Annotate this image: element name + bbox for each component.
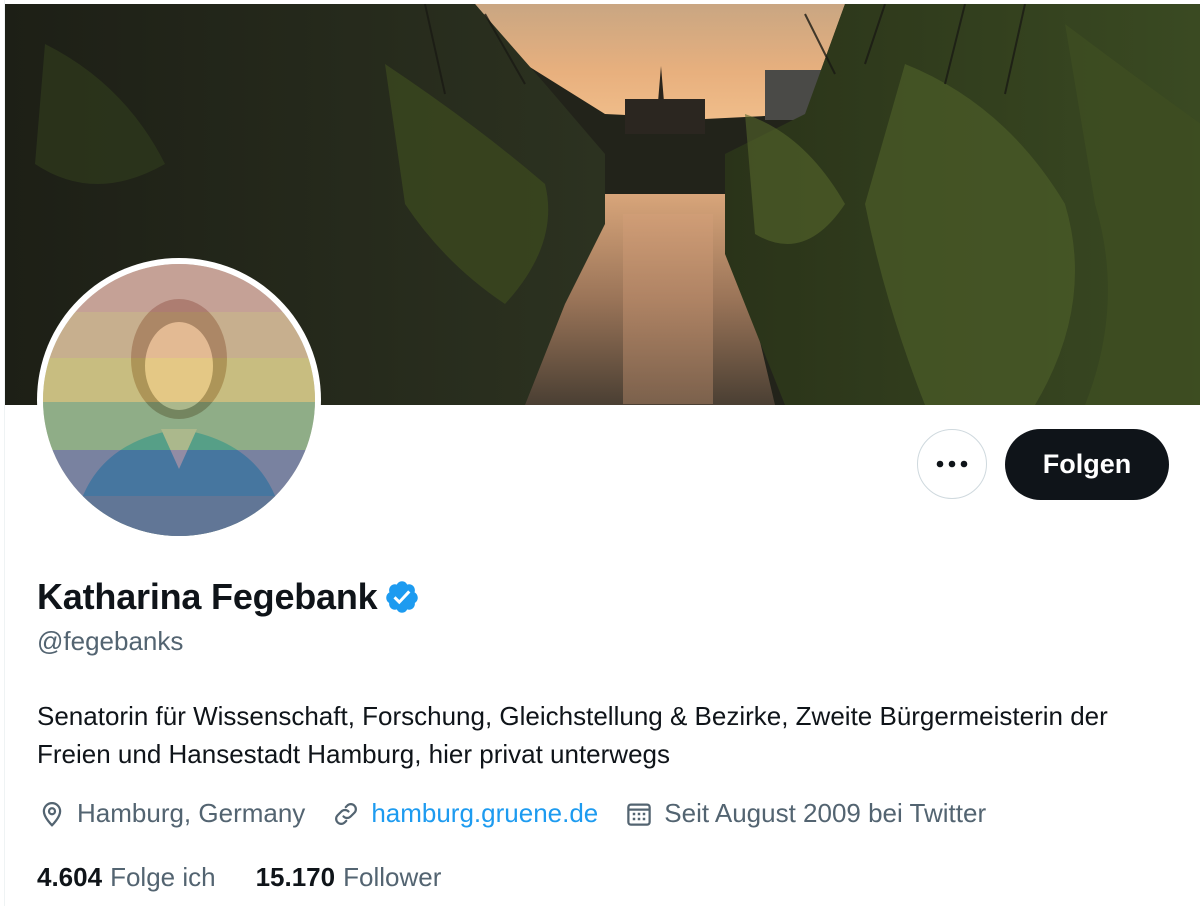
link-icon bbox=[331, 799, 361, 829]
joined-item: Seit August 2009 bei Twitter bbox=[624, 798, 986, 829]
follow-button-label: Folgen bbox=[1042, 449, 1132, 479]
profile-avatar[interactable] bbox=[37, 258, 321, 542]
following-label: Folge ich bbox=[110, 862, 216, 892]
followers-label: Follower bbox=[343, 862, 442, 892]
website-link[interactable]: hamburg.gruene.de bbox=[371, 798, 598, 829]
location-pin-icon bbox=[37, 799, 67, 829]
profile-bio: Senatorin für Wissenschaft, Forschung, G… bbox=[37, 701, 1108, 769]
follow-button[interactable]: Folgen bbox=[1005, 429, 1169, 500]
calendar-icon bbox=[624, 799, 654, 829]
avatar-image bbox=[43, 264, 315, 536]
profile-stats: 4.604 Folge ich 15.170 Follower bbox=[37, 862, 481, 893]
location-text: Hamburg, Germany bbox=[77, 798, 306, 828]
profile-meta: Hamburg, Germany hamburg.gruene.de Seit … bbox=[37, 798, 1012, 829]
display-name-row: Katharina Fegebank bbox=[37, 576, 420, 618]
profile-page: Folgen Katharina Fegebank @fegebanks Sen… bbox=[4, 0, 1200, 906]
more-horizontal-icon bbox=[936, 460, 968, 468]
following-stat[interactable]: 4.604 Folge ich bbox=[37, 862, 216, 893]
more-options-button[interactable] bbox=[917, 429, 987, 499]
joined-text: Seit August 2009 bei Twitter bbox=[664, 798, 987, 828]
following-count: 4.604 bbox=[37, 862, 103, 892]
website-item[interactable]: hamburg.gruene.de bbox=[331, 798, 598, 829]
display-name: Katharina Fegebank bbox=[37, 576, 378, 617]
verified-badge-icon[interactable] bbox=[384, 579, 420, 615]
followers-count: 15.170 bbox=[255, 862, 336, 892]
location-item: Hamburg, Germany bbox=[37, 798, 305, 829]
followers-stat[interactable]: 15.170 Follower bbox=[256, 862, 442, 893]
profile-handle: @fegebanks bbox=[37, 626, 184, 656]
